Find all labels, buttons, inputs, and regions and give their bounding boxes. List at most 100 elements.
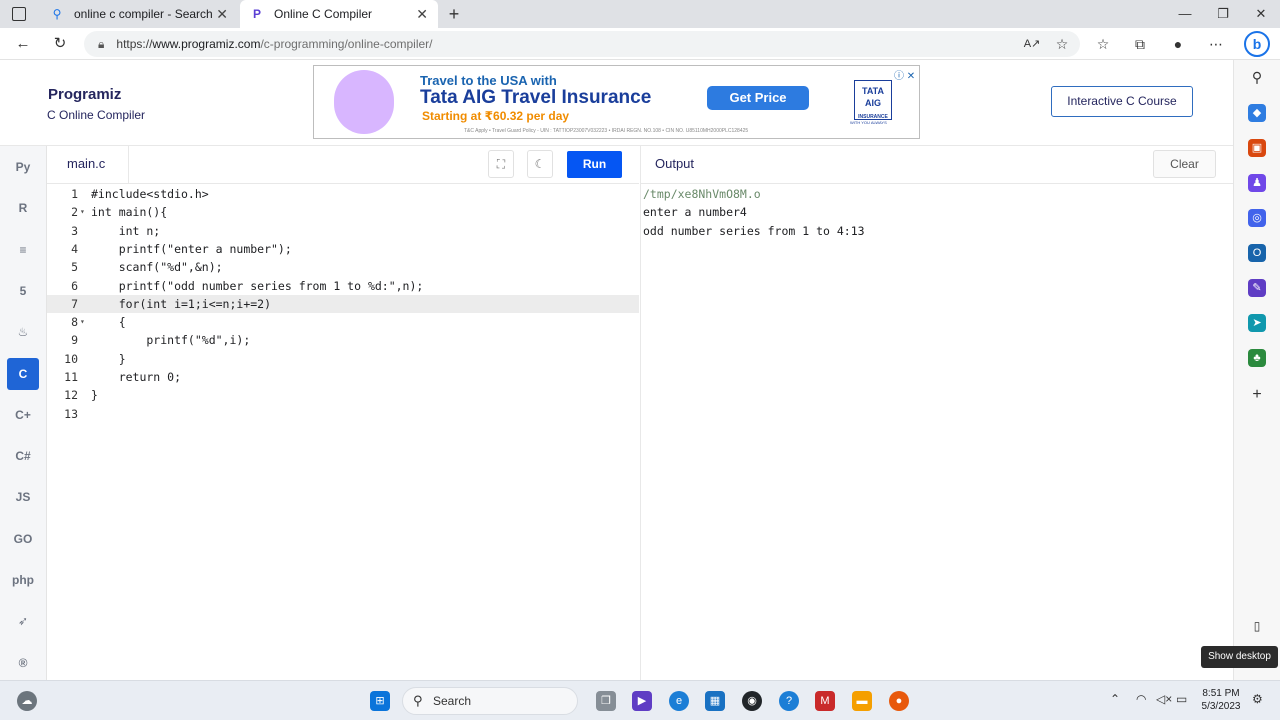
line-number: 4 <box>71 241 78 256</box>
php-icon[interactable]: php <box>7 564 39 596</box>
code-line[interactable]: 10 } <box>47 350 639 368</box>
window-close-button[interactable]: ✕ <box>1242 0 1280 28</box>
code-line[interactable]: 9 printf("%d",i); <box>47 331 639 349</box>
tools-icon[interactable]: ▣ <box>1248 139 1266 157</box>
read-aloud-icon[interactable]: A↗ <box>1020 32 1044 56</box>
task-view-icon[interactable]: ❐ <box>596 691 616 711</box>
cpp-icon[interactable]: C+ <box>7 399 39 431</box>
fold-icon[interactable]: ▾ <box>80 203 85 221</box>
rust-icon[interactable]: ® <box>7 647 39 679</box>
tab-actions-icon[interactable] <box>12 7 26 21</box>
code-line[interactable]: 3 int n; <box>47 222 639 240</box>
mcafee-icon[interactable]: M <box>815 691 835 711</box>
code-line[interactable]: 4 printf("enter a number"); <box>47 240 639 258</box>
minimize-button[interactable]: — <box>1166 0 1204 28</box>
help-icon[interactable]: ? <box>779 691 799 711</box>
code-line[interactable]: 8 ▾ { <box>47 313 639 331</box>
add-icon[interactable]: + <box>1248 386 1266 404</box>
weather-icon[interactable]: ☁ <box>17 691 37 711</box>
python-icon[interactable]: Py <box>7 151 39 183</box>
app-icon[interactable]: ◉ <box>742 691 762 711</box>
collections-icon[interactable]: ⧉ <box>1128 32 1152 56</box>
search-icon: ⚲ <box>413 693 423 708</box>
outlook-icon[interactable]: O <box>1248 244 1266 262</box>
tab-online-c-compiler[interactable]: P Online C Compiler ✕ <box>240 0 438 28</box>
tree-icon[interactable]: ♣ <box>1248 349 1266 367</box>
fold-icon[interactable]: ▾ <box>80 313 85 331</box>
run-button[interactable]: Run <box>567 151 622 178</box>
ad-fine-print: T&C Apply • Travel Guard Policy - UIN : … <box>464 128 749 134</box>
go-icon[interactable]: GO <box>7 523 39 555</box>
interactive-c-course-button[interactable]: Interactive C Course <box>1051 86 1193 117</box>
more-icon[interactable]: ⋯ <box>1204 32 1228 56</box>
line-number: 3 <box>71 223 78 238</box>
output-title: Output <box>655 156 695 171</box>
volume-icon[interactable]: ◁× <box>1156 692 1172 706</box>
games-icon[interactable]: ♟ <box>1248 174 1266 192</box>
line-number: 11 <box>64 370 78 384</box>
line-number: 13 <box>64 406 78 421</box>
html-icon[interactable]: 5 <box>7 275 39 307</box>
taskbar-clock[interactable]: 8:51 PM 5/3/2023 <box>1196 687 1246 713</box>
close-icon[interactable]: ✕ <box>416 6 428 23</box>
battery-icon[interactable]: ▭ <box>1176 692 1187 706</box>
file-tab-main-c[interactable]: main.c <box>47 146 129 184</box>
profile-icon[interactable]: ● <box>1166 32 1190 56</box>
csharp-icon[interactable]: C# <box>7 440 39 472</box>
designer-icon[interactable]: ✎ <box>1248 279 1266 297</box>
taskbar-search[interactable]: ⚲ Search <box>402 687 578 715</box>
url-field[interactable]: 🔒︎ https://www.programiz.com/c-programmi… <box>84 31 1080 57</box>
file-explorer-icon[interactable]: ▬ <box>852 691 872 711</box>
fullscreen-icon[interactable]: ⛶ <box>488 150 514 178</box>
refresh-icon[interactable]: ↻ <box>47 32 73 56</box>
code-editor[interactable]: 1 #include<stdio.h> 2 ▾ int main(){3 int n; 4… <box>47 184 639 680</box>
code-line[interactable]: 13 <box>47 405 639 423</box>
code-line[interactable]: 1 #include<stdio.h> <box>47 185 639 203</box>
favorites-icon[interactable]: ☆ <box>1091 32 1115 56</box>
store-icon[interactable]: ▦ <box>705 691 725 711</box>
ad-close-icon[interactable]: ⓘ ✕ <box>894 67 915 82</box>
start-icon[interactable]: ⊞ <box>370 691 390 711</box>
microsoft365-icon[interactable]: ◎ <box>1248 209 1266 227</box>
bing-chat-icon[interactable]: b <box>1244 31 1270 57</box>
code-line[interactable]: 5 scanf("%d",&n); <box>47 258 639 276</box>
new-tab-button[interactable]: + <box>444 2 464 26</box>
firefox-icon[interactable]: ● <box>889 691 909 711</box>
get-price-button[interactable]: Get Price <box>707 86 809 110</box>
code-line[interactable]: 11 return 0; <box>47 368 639 386</box>
code-text: } <box>91 388 98 403</box>
tab-search[interactable]: ⚲ online c compiler - Search ✕ <box>40 0 238 28</box>
sidebar-toggle-icon[interactable]: ▯ <box>1248 617 1266 635</box>
code-line[interactable]: 2 ▾ int main(){ <box>47 203 639 221</box>
dark-mode-icon[interactable]: ☾ <box>527 150 553 178</box>
code-line[interactable]: 12} <box>47 386 639 404</box>
send-icon[interactable]: ➤ <box>1248 314 1266 332</box>
output-console[interactable]: /tmp/xe8NhVmO8M.o enter a number4 odd numb… <box>640 184 1233 680</box>
c-icon[interactable]: C <box>7 357 39 390</box>
programiz-logo[interactable]: Programiz <box>48 86 121 103</box>
r-icon[interactable]: R <box>7 192 39 224</box>
maximize-button[interactable]: ❐ <box>1204 0 1242 28</box>
wifi-icon[interactable]: ◠ <box>1136 692 1146 706</box>
clear-button[interactable]: Clear <box>1153 150 1216 178</box>
sql-icon[interactable]: ≡ <box>7 234 39 266</box>
close-icon[interactable]: ✕ <box>216 6 228 23</box>
notification-icon[interactable]: ⚙ <box>1252 692 1263 706</box>
add-favorite-icon[interactable]: ☆ <box>1050 32 1074 56</box>
code-line[interactable]: 7 for(int i=1;i<=n;i+=2) <box>47 294 639 313</box>
edge-icon[interactable]: e <box>669 691 689 711</box>
java-icon[interactable]: ♨ <box>7 316 39 348</box>
shopping-icon[interactable]: ◆ <box>1248 104 1266 122</box>
line-number: 9 <box>71 333 78 348</box>
sidebar-search-icon[interactable]: ⚲ <box>1248 68 1266 86</box>
chevron-up-icon[interactable]: ⌃ <box>1110 692 1120 706</box>
js-icon[interactable]: JS <box>7 481 39 513</box>
code-text: #include<stdio.h> <box>91 187 209 201</box>
swift-icon[interactable]: ➶ <box>7 605 39 637</box>
code-text: int n; <box>91 223 161 238</box>
advertisement-banner[interactable]: Travel to the USA with Tata AIG Travel I… <box>313 65 920 139</box>
back-icon[interactable]: ← <box>10 32 36 56</box>
code-line[interactable]: 6 printf("odd number series from 1 to %d… <box>47 277 639 295</box>
brand-tagline: WITH YOU ALWAYS <box>850 120 887 125</box>
teams-icon[interactable]: ▶ <box>632 691 652 711</box>
